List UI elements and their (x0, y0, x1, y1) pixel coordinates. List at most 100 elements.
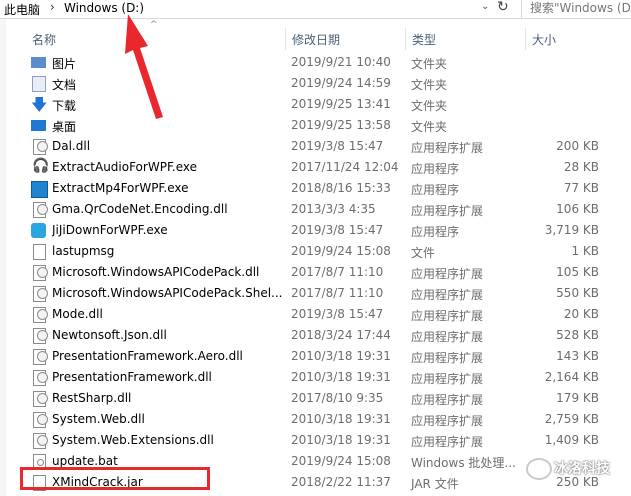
file-name: System.Web.dll (52, 412, 145, 426)
file-type: Windows 批处理... (411, 456, 516, 470)
file-modified-date: 2017/8/7 11:10 (291, 265, 384, 279)
file-modified-date: 2017/8/10 9:35 (291, 391, 384, 405)
file-type: 应用程序 (411, 225, 460, 239)
file-modified-date: 2010/3/18 19:31 (291, 433, 391, 447)
file-size: 1 KB (571, 244, 599, 258)
column-header-type[interactable]: 类型 (407, 32, 436, 50)
file-row[interactable]: 🡇 下载 2019/9/25 13:41 文件夹 (0, 94, 631, 115)
file-modified-date: 2019/9/24 15:08 (291, 454, 391, 468)
dll-file-icon (31, 202, 48, 218)
column-divider[interactable] (405, 28, 406, 50)
file-row[interactable]: Microsoft.WindowsAPICodePack.Shel... 2017… (0, 283, 631, 304)
file-type: 文件 (411, 246, 436, 260)
file-modified-date: 2019/9/25 13:41 (291, 97, 391, 111)
file-size: 528 KB (556, 328, 599, 342)
file-row[interactable]: 桌面 2019/9/25 13:58 文件夹 (0, 115, 631, 136)
dll-file-icon (31, 286, 48, 302)
file-row[interactable]: PresentationFramework.Aero.dll 2010/3/18 … (0, 346, 631, 367)
file-name: JiJiDownForWPF.exe (52, 223, 168, 237)
annotation-highlight-box (20, 467, 210, 490)
file-row[interactable]: lastupmsg 2019/9/24 15:08 文件 1 KB (0, 241, 631, 262)
pictures-folder-icon (31, 55, 47, 71)
file-modified-date: 2018/3/24 17:44 (291, 328, 391, 342)
file-size: 2,759 KB (544, 412, 599, 426)
file-type: 应用程序扩展 (411, 372, 484, 386)
headphones-icon: 🎧 (32, 158, 50, 174)
file-size: 3,719 KB (544, 223, 599, 237)
breadcrumb-this-pc[interactable]: 此电脑 (4, 1, 40, 18)
blank-file-icon (31, 244, 47, 260)
file-name: RestSharp.dll (52, 391, 132, 405)
file-name: 桌面 (52, 120, 77, 134)
file-row[interactable]: Dal.dll 2019/3/8 15:47 应用程序扩展 200 KB (0, 136, 631, 157)
file-size: 550 KB (556, 286, 599, 300)
file-name: Dal.dll (52, 139, 91, 153)
breadcrumb-current-drive[interactable]: Windows (D:) (64, 1, 144, 15)
file-row[interactable]: RestSharp.dll 2017/8/10 9:35 应用程序扩展 179 KB (0, 388, 631, 409)
file-type: 应用程序扩展 (411, 288, 484, 302)
file-row[interactable]: Gma.QrCodeNet.Encoding.dll 2013/3/3 4:35 应… (0, 199, 631, 220)
column-divider[interactable] (285, 28, 286, 50)
file-row[interactable]: System.Web.Extensions.dll 2010/3/18 19:31… (0, 430, 631, 451)
file-row[interactable]: Newtonsoft.Json.dll 2018/3/24 17:44 应用程序扩展… (0, 325, 631, 346)
search-box[interactable] (521, 0, 631, 18)
file-name: 文档 (52, 78, 77, 92)
file-name: 图片 (52, 57, 77, 71)
file-name: ExtractAudioForWPF.exe (52, 160, 198, 174)
column-divider[interactable] (525, 28, 526, 50)
file-name: PresentationFramework.dll (52, 370, 212, 384)
file-modified-date: 2010/3/18 19:31 (291, 370, 391, 384)
dll-file-icon (31, 391, 48, 407)
dll-file-icon (31, 328, 48, 344)
file-name: Gma.QrCodeNet.Encoding.dll (52, 202, 228, 216)
file-row[interactable]: JiJiDownForWPF.exe 2019/3/8 15:47 应用程序 3,71… (0, 220, 631, 241)
refresh-icon[interactable]: ↻ (497, 0, 509, 15)
column-header-size[interactable]: 大小 (527, 32, 556, 50)
documents-folder-icon (31, 76, 47, 92)
downloads-folder-icon: 🡇 (31, 95, 48, 114)
file-modified-date: 2010/3/18 19:31 (291, 349, 391, 363)
file-name: ExtractMp4ForWPF.exe (52, 181, 189, 195)
file-type: 文件夹 (411, 120, 448, 134)
column-header-name[interactable]: 名称 (27, 32, 56, 50)
dll-file-icon (31, 370, 48, 386)
file-row[interactable]: System.Web.dll 2010/3/18 19:31 应用程序扩展 2,759… (0, 409, 631, 430)
file-size: 28 KB (563, 160, 599, 174)
file-row[interactable]: 文档 2019/9/24 14:59 文件夹 (0, 73, 631, 94)
file-type: 应用程序扩展 (411, 414, 484, 428)
file-modified-date: 2017/8/7 11:10 (291, 286, 384, 300)
dll-file-icon (31, 265, 48, 281)
file-row[interactable]: 🎧 ExtractAudioForWPF.exe 2017/11/24 12:04 应… (0, 157, 631, 178)
dll-file-icon (31, 139, 48, 155)
file-size: 179 KB (556, 391, 599, 405)
watermark-text: 冰洛科技 (554, 461, 610, 477)
file-type: 应用程序扩展 (411, 351, 484, 365)
file-type: JAR 文件 (411, 477, 459, 491)
search-input[interactable] (522, 0, 631, 17)
file-row[interactable]: Mode.dll 2019/3/8 15:47 应用程序扩展 20 KB (0, 304, 631, 325)
address-bar[interactable]: 此电脑 › Windows (D:) ⌄ ↻ (0, 0, 631, 19)
file-name: update.bat (52, 454, 118, 468)
file-modified-date: 2019/9/25 13:58 (291, 118, 391, 132)
address-history-chevron-icon[interactable]: ⌄ (481, 1, 489, 12)
file-name: Microsoft.WindowsAPICodePack.Shel... (52, 286, 282, 300)
watermark: 冰洛科技 (518, 452, 631, 482)
file-size: 200 KB (556, 139, 599, 153)
column-header-date[interactable]: 修改日期 (287, 32, 340, 50)
file-row[interactable]: PresentationFramework.dll 2010/3/18 19:31… (0, 367, 631, 388)
file-size: 77 KB (563, 181, 599, 195)
video-app-icon (31, 181, 48, 198)
file-type: 应用程序 (411, 162, 460, 176)
file-size: 143 KB (556, 349, 599, 363)
file-modified-date: 2019/3/8 15:47 (291, 139, 384, 153)
file-modified-date: 2019/9/24 14:59 (291, 76, 391, 90)
desktop-folder-icon (31, 118, 47, 134)
file-modified-date: 2019/9/21 10:40 (291, 55, 391, 69)
file-row[interactable]: ExtractMp4ForWPF.exe 2018/8/16 15:33 应用程序 7… (0, 178, 631, 199)
file-row[interactable]: 图片 2019/9/21 10:40 文件夹 (0, 52, 631, 73)
file-name: PresentationFramework.Aero.dll (52, 349, 243, 363)
breadcrumb-separator-icon[interactable]: › (50, 0, 55, 14)
dll-file-icon (31, 307, 48, 323)
file-row[interactable]: Microsoft.WindowsAPICodePack.dll 2017/8/7… (0, 262, 631, 283)
file-name: Mode.dll (52, 307, 103, 321)
